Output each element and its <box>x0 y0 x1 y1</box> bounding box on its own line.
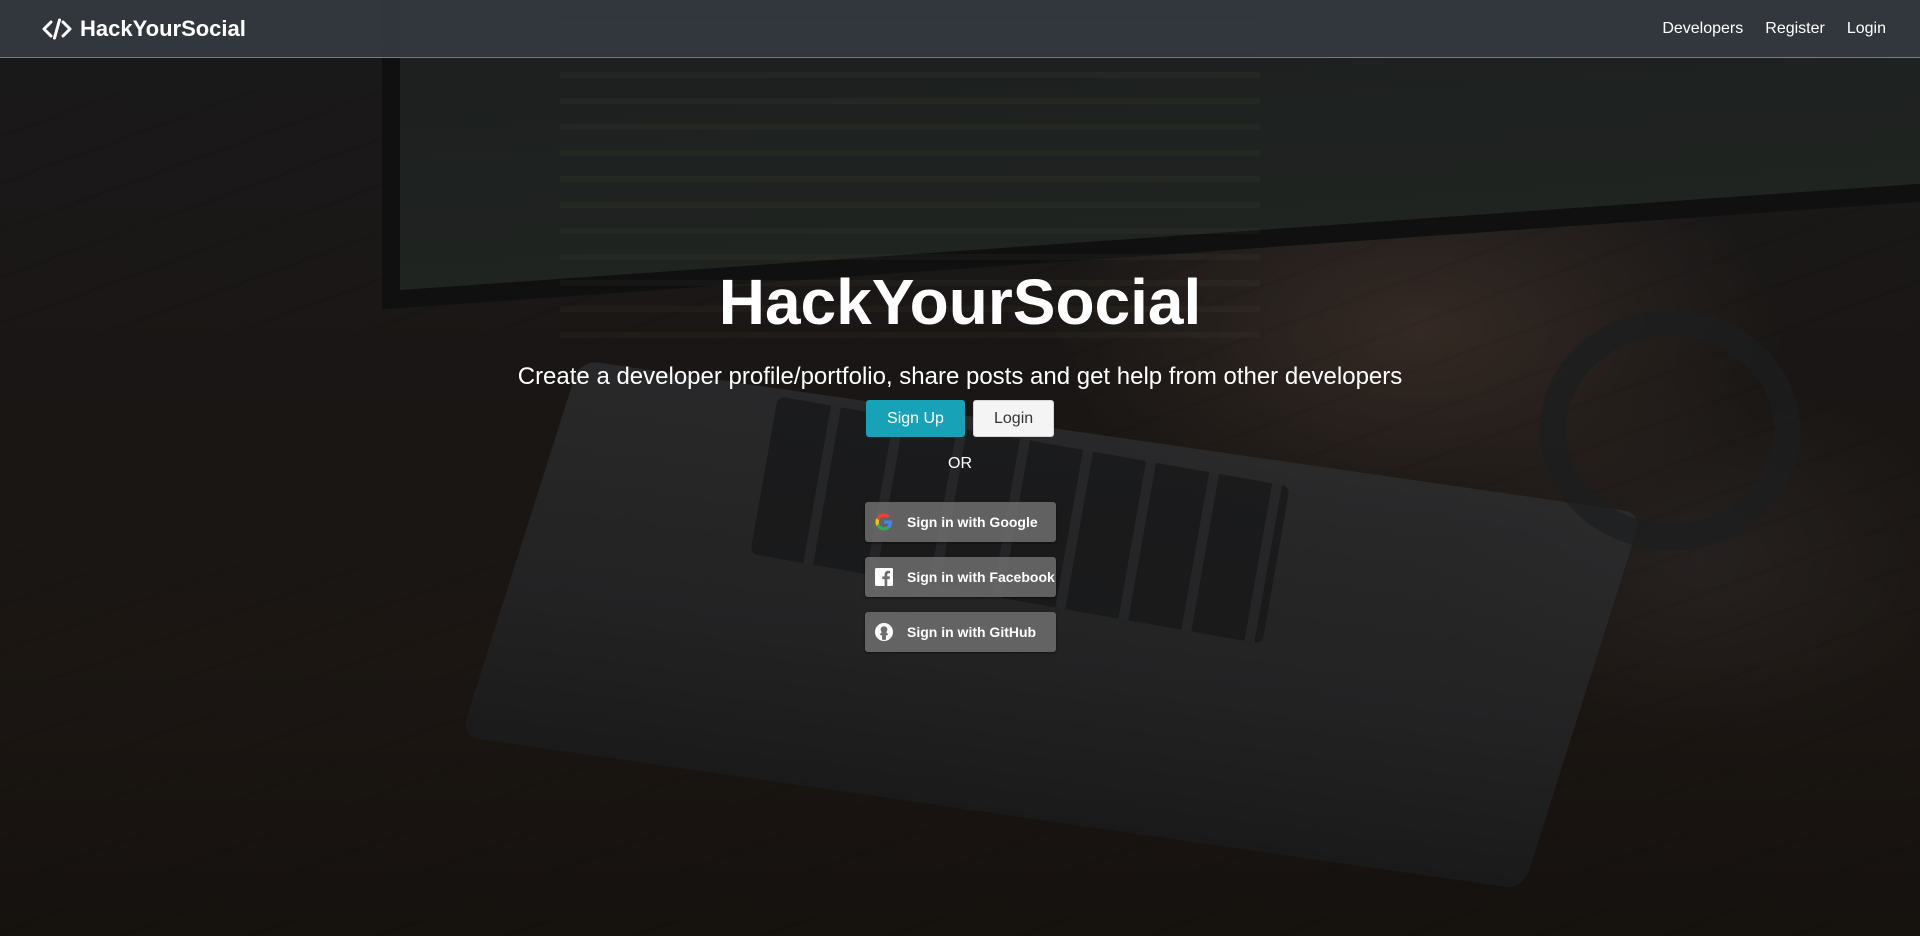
sign-in-facebook-label: Sign in with Facebook <box>907 569 1055 585</box>
hero-lead: Create a developer profile/portfolio, sh… <box>517 363 1403 390</box>
login-button[interactable]: Login <box>973 400 1054 437</box>
hero-section: HackYourSocial Create a developer profil… <box>0 0 1920 936</box>
sign-in-facebook-button[interactable]: Sign in with Facebook <box>865 557 1056 597</box>
nav-link-login[interactable]: Login <box>1847 20 1886 38</box>
github-icon <box>865 612 903 652</box>
nav-link-developers[interactable]: Developers <box>1662 20 1743 38</box>
hero-buttons: Sign Up Login <box>0 400 1920 437</box>
brand-link[interactable]: HackYourSocial <box>42 16 246 42</box>
landing-page: HackYourSocial Developers Register Login… <box>0 0 1920 936</box>
nav-link-register[interactable]: Register <box>1765 20 1825 38</box>
brand-name: HackYourSocial <box>80 15 246 41</box>
sign-in-github-label: Sign in with GitHub <box>907 624 1037 640</box>
sign-up-button[interactable]: Sign Up <box>866 400 965 437</box>
google-icon <box>865 502 903 542</box>
navbar: HackYourSocial Developers Register Login <box>0 0 1920 58</box>
sign-in-github-button[interactable]: Sign in with GitHub <box>865 612 1056 652</box>
or-divider-text: OR <box>948 455 972 472</box>
code-icon <box>42 18 72 40</box>
sign-in-google-label: Sign in with Google <box>907 514 1038 530</box>
hero-title: HackYourSocial <box>718 266 1202 338</box>
sign-in-google-button[interactable]: Sign in with Google <box>865 502 1056 542</box>
facebook-icon <box>865 557 903 597</box>
nav-links: Developers Register Login <box>1662 20 1886 38</box>
